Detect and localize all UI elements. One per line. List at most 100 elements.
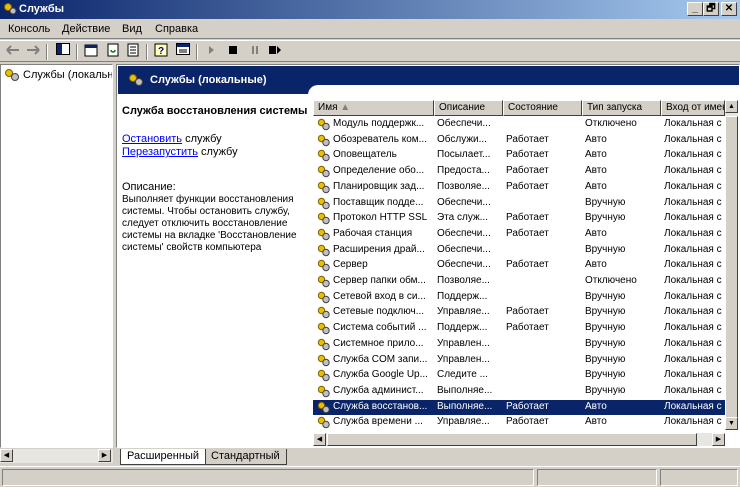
console-window-icon[interactable] [174, 43, 192, 61]
tree-node-label: Службы (локальные) [23, 69, 113, 81]
service-gear-icon [317, 181, 330, 193]
properties-icon[interactable] [82, 43, 100, 61]
cell-name: Оповещатель [333, 149, 397, 161]
tree-horizontal-scrollbar[interactable]: ◀ ▶ [0, 449, 113, 463]
table-row[interactable]: Сетевые подключ... Управляе... Работает Вру… [313, 305, 725, 321]
start-service-icon[interactable] [202, 43, 220, 61]
table-row[interactable]: Оповещатель Посылает... Работает Авто Локаль… [313, 148, 725, 164]
details-pane: Службы (локальные) Служба восстановления… [116, 64, 740, 448]
show-tree-icon[interactable] [54, 43, 72, 61]
cell-startup: Авто [585, 149, 607, 161]
cell-logon: Локальная с [664, 384, 722, 396]
table-row[interactable]: Служба Google Up... Следите ... Вручную Лок… [313, 368, 725, 384]
cell-startup: Вручную [585, 337, 626, 349]
table-row[interactable]: Рабочая станция Обеспечи... Работает Авто Ло… [313, 227, 725, 243]
restart-line: Перезапустить службу [122, 146, 238, 158]
back-arrow-icon[interactable] [4, 43, 22, 61]
cell-description: Управлен... [437, 353, 490, 365]
stop-service-icon[interactable] [224, 43, 242, 61]
cell-description: Эта служ... [437, 212, 488, 224]
col-header-state[interactable]: Состояние [503, 100, 582, 116]
menu-console[interactable]: Консоль [8, 23, 50, 35]
table-row[interactable]: Сервер папки обм... Позволяе... Отключено Л… [313, 274, 725, 290]
cell-name: Рабочая станция [333, 227, 413, 239]
menu-action[interactable]: Действие [62, 23, 110, 35]
table-row[interactable]: Расширения драй... Обеспечи... Вручную Лока… [313, 243, 725, 259]
cell-logon: Локальная с [664, 400, 722, 412]
cell-name: Системное прило... [333, 337, 424, 349]
vertical-scrollbar[interactable]: ▲ ▼ [725, 100, 738, 430]
table-row[interactable]: Определение обо... Предоста... Работает Авт… [313, 164, 725, 180]
close-button[interactable]: ✕ [721, 2, 737, 16]
table-row-selected[interactable]: Служба восстанов... Выполняе... Работает Ав… [313, 399, 725, 416]
table-row[interactable]: Планировщик зад... Позволяе... Работает Авт… [313, 180, 725, 196]
restart-service-icon[interactable] [266, 43, 284, 61]
cell-description: Управляе... [437, 306, 490, 318]
toolbar-separator [46, 44, 48, 60]
cell-name: Обозреватель ком... [333, 133, 427, 145]
service-gear-icon [317, 165, 330, 178]
menu-help[interactable]: Справка [155, 23, 198, 35]
cell-startup: Вручную [585, 290, 626, 302]
cell-startup: Авто [585, 259, 607, 271]
tree-scroll-left-icon[interactable]: ◀ [0, 449, 13, 462]
forward-arrow-icon[interactable] [24, 43, 42, 61]
cell-description: Обслужи... [437, 133, 487, 145]
cell-state: Работает [506, 149, 549, 161]
service-gear-icon [317, 338, 330, 350]
scroll-up-icon[interactable]: ▲ [725, 100, 738, 113]
table-row[interactable]: Сервер Обеспечи... Работает Авто Локальная с [313, 258, 725, 274]
header-curve [308, 85, 739, 97]
col-header-startup[interactable]: Тип запуска [582, 100, 661, 116]
table-row[interactable]: Сетевой вход в си... Поддерж... Вручную Лок… [313, 290, 725, 306]
minimize-button[interactable]: _ [687, 2, 703, 16]
col-header-name[interactable]: Имя ▲ [313, 100, 434, 116]
pause-service-icon[interactable] [246, 43, 264, 61]
scroll-thumb[interactable] [725, 116, 738, 426]
hscroll-thumb[interactable] [327, 433, 697, 446]
scroll-left-icon[interactable]: ◀ [313, 433, 326, 446]
horizontal-scrollbar[interactable]: ◀ ▶ [313, 433, 725, 446]
table-row[interactable]: Система событий ... Поддерж... Работает Вру… [313, 321, 725, 337]
tree-scroll-right-icon[interactable]: ▶ [98, 449, 111, 462]
cell-name: Служба Google Up... [333, 369, 428, 381]
scroll-down-icon[interactable]: ▼ [725, 417, 738, 430]
services-gear-icon [4, 3, 17, 15]
scroll-right-icon[interactable]: ▶ [712, 433, 725, 446]
table-row[interactable]: Системное прило... Управлен... Вручную Лока… [313, 337, 725, 353]
cell-startup: Вручную [585, 243, 626, 255]
title-bar: Службы _ 🗗 ✕ [0, 0, 740, 19]
table-row[interactable]: Протокол HTTP SSL Эта служ... Работает Вруч… [313, 211, 725, 227]
export-list-icon[interactable] [124, 43, 142, 61]
col-header-logon[interactable]: Вход от имени [661, 100, 725, 116]
stop-suffix: службу [182, 133, 222, 145]
stop-service-link[interactable]: Остановить [122, 133, 182, 145]
cell-name: Поставщик подде... [333, 196, 424, 208]
table-row[interactable]: Служба админист... Выполняе... Вручную Лока… [313, 384, 725, 400]
cell-logon: Локальная с [664, 165, 722, 177]
maximize-button[interactable]: 🗗 [703, 2, 719, 16]
service-gear-icon [317, 401, 330, 413]
cell-name: Протокол HTTP SSL [333, 212, 428, 224]
tab-extended[interactable]: Расширенный [120, 449, 206, 465]
service-gear-icon [317, 134, 330, 146]
tree-pane: Службы (локальные) [0, 64, 113, 448]
table-row[interactable]: Служба COM запи... Управлен... Вручную Лока… [313, 353, 725, 369]
cell-state: Работает [506, 322, 549, 334]
col-header-description[interactable]: Описание [434, 100, 503, 116]
cell-description: Выполняе... [437, 400, 493, 412]
table-row[interactable]: Поставщик подде... Обеспечи... Вручную Лока… [313, 196, 725, 212]
restart-service-link[interactable]: Перезапустить [122, 146, 198, 158]
cell-state: Работает [506, 306, 549, 318]
table-row[interactable]: Модуль поддержк... Обеспечи... Отключено Ло… [313, 117, 725, 133]
help-icon[interactable]: ? [152, 43, 170, 61]
refresh-icon[interactable] [104, 43, 122, 61]
table-row[interactable]: Служба времени ... Управляе... Работает Авт… [313, 415, 725, 431]
menu-view[interactable]: Вид [122, 23, 142, 35]
cell-startup: Авто [585, 400, 607, 412]
cell-description: Предоста... [437, 165, 490, 177]
tree-node-local-services[interactable]: Службы (локальные) [4, 68, 113, 82]
tab-standard[interactable]: Стандартный [204, 449, 287, 465]
table-row[interactable]: Обозреватель ком... Обслужи... Работает Авт… [313, 133, 725, 149]
description-text: Выполняет функции восстановления системы… [122, 194, 297, 253]
